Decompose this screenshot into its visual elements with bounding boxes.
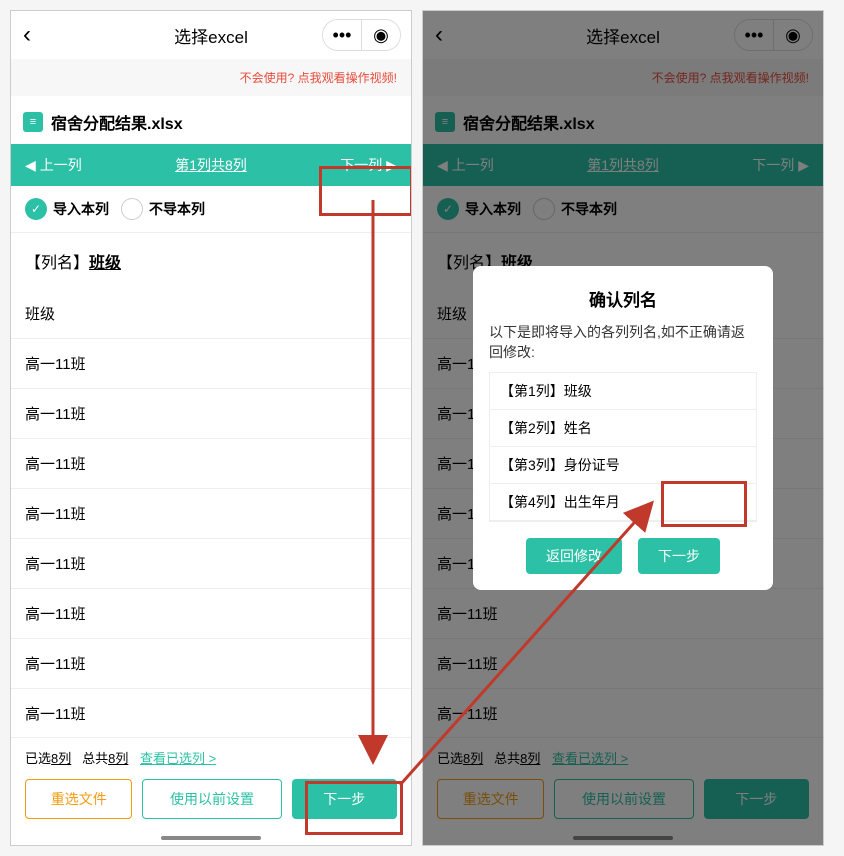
data-row: 高一11班 xyxy=(11,389,411,439)
header: ‹ 选择excel ••• ◉ xyxy=(11,11,411,59)
close-icon[interactable]: ◉ xyxy=(362,20,400,50)
modal-overlay: 确认列名 以下是即将导入的各列列名,如不正确请返回修改: 【第1列】班级【第2列… xyxy=(423,11,823,845)
column-nav: ◀ 上一列 第1列共8列 下一列 ▶ xyxy=(11,144,411,186)
phone-left: ‹ 选择excel ••• ◉ 不会使用? 点我观看操作视频! ≡ 宿舍分配结果… xyxy=(10,10,412,846)
home-indicator xyxy=(161,836,261,840)
dialog-back-button[interactable]: 返回修改 xyxy=(526,538,622,574)
data-row: 高一11班 xyxy=(11,539,411,589)
footer-buttons: 重选文件 使用以前设置 下一步 xyxy=(11,773,411,833)
next-step-button[interactable]: 下一步 xyxy=(292,779,397,819)
next-column-button[interactable]: 下一列 ▶ xyxy=(340,155,397,175)
phone-right: ‹ 选择excel ••• ◉ 不会使用? 点我观看操作视频! ≡ 宿舍分配结果… xyxy=(422,10,824,846)
dialog-list: 【第1列】班级【第2列】姓名【第3列】身份证号【第4列】出生年月【第5列】性别 xyxy=(489,372,757,522)
help-banner[interactable]: 不会使用? 点我观看操作视频! xyxy=(11,59,411,96)
data-row: 班级 xyxy=(11,289,411,339)
import-options: ✓ 导入本列 不导本列 xyxy=(11,186,411,233)
dialog-list-item: 【第3列】身份证号 xyxy=(490,447,756,484)
reselect-file-button[interactable]: 重选文件 xyxy=(25,779,132,819)
data-row: 高一11班 xyxy=(11,639,411,689)
dialog-list-item: 【第5列】性别 xyxy=(490,521,756,522)
mini-program-capsule: ••• ◉ xyxy=(322,19,401,51)
use-previous-button[interactable]: 使用以前设置 xyxy=(142,779,281,819)
dialog-buttons: 返回修改 下一步 xyxy=(489,538,757,574)
dialog-next-button[interactable]: 下一步 xyxy=(638,538,720,574)
file-section: ≡ 宿舍分配结果.xlsx xyxy=(11,96,411,144)
column-name-row: 【列名】班级 xyxy=(11,233,411,289)
help-prefix: 不会使用? xyxy=(240,71,298,85)
prev-column-button[interactable]: ◀ 上一列 xyxy=(25,155,82,175)
import-column-radio[interactable]: ✓ 导入本列 xyxy=(25,198,109,220)
dialog-list-item: 【第4列】出生年月 xyxy=(490,484,756,521)
confirm-dialog: 确认列名 以下是即将导入的各列列名,如不正确请返回修改: 【第1列】班级【第2列… xyxy=(473,266,773,590)
data-row: 高一11班 xyxy=(11,589,411,639)
data-row: 高一11班 xyxy=(11,689,411,739)
file-name: 宿舍分配结果.xlsx xyxy=(51,110,183,134)
dialog-title: 确认列名 xyxy=(489,286,757,311)
data-list: 班级高一11班高一11班高一11班高一11班高一11班高一11班高一11班高一1… xyxy=(11,289,411,789)
more-icon[interactable]: ••• xyxy=(323,20,361,50)
page-title: 选择excel xyxy=(174,23,248,48)
view-selected-link[interactable]: 查看已选列 > xyxy=(140,751,216,766)
excel-icon: ≡ xyxy=(23,112,43,132)
radio-unchecked-icon xyxy=(121,198,143,220)
back-icon[interactable]: ‹ xyxy=(23,21,31,49)
skip-column-radio[interactable]: 不导本列 xyxy=(121,198,205,220)
data-row: 高一11班 xyxy=(11,439,411,489)
dialog-list-item: 【第2列】姓名 xyxy=(490,410,756,447)
radio-checked-icon: ✓ xyxy=(25,198,47,220)
data-row: 高一11班 xyxy=(11,339,411,389)
column-info[interactable]: 第1列共8列 xyxy=(175,155,247,175)
data-row: 高一11班 xyxy=(11,489,411,539)
dialog-list-item: 【第1列】班级 xyxy=(490,373,756,410)
dialog-description: 以下是即将导入的各列列名,如不正确请返回修改: xyxy=(489,323,757,362)
footer-info: 已选8列 总共8列 查看已选列 > xyxy=(11,737,411,773)
help-link[interactable]: 点我观看操作视频! xyxy=(298,71,397,85)
